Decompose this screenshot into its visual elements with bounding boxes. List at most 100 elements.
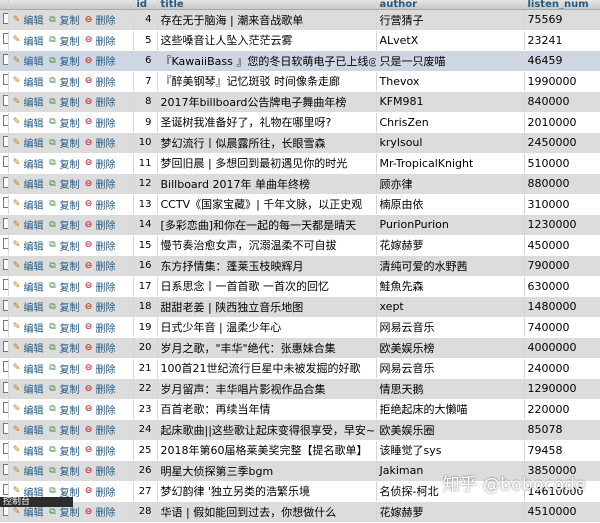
table-row[interactable]: ✎ 编辑 ⧉ 复制 ⊖ 删除 6 『KawaiiBass 』您的冬日软萌电子已上线◎ 只是一只废…	[0, 50, 600, 72]
table-row[interactable]: ✎ 编辑 ⧉ 复制 ⊖ 删除 28 华语 | 假如能回到过去，你想做什么 花嫁赫萝 4510000	[0, 501, 600, 523]
table-row[interactable]: ✎ 编辑 ⧉ 复制 ⊖ 删除 11 梦回旧晨 | 多想回到最初遇见你的时光 Mr-Tropica…	[0, 153, 600, 174]
row-checkbox[interactable]	[3, 238, 7, 250]
row-checkbox[interactable]	[3, 74, 7, 86]
row-checkbox[interactable]	[3, 115, 7, 127]
copy-button[interactable]: ⧉ 复制	[48, 33, 79, 48]
header-id[interactable]: id	[133, 0, 158, 10]
row-checkbox-cell[interactable]	[0, 112, 9, 133]
table-row[interactable]: ✎ 编辑 ⧉ 复制 ⊖ 删除 12 Billboard 2017年 单曲年终榜 顾亦律 88000…	[0, 173, 600, 195]
table-row[interactable]: ✎ 编辑 ⧉ 复制 ⊖ 删除 18 甜甜老姜 | 陕西独立音乐地图 xept 1480000	[0, 296, 600, 318]
row-checkbox-cell[interactable]	[0, 235, 9, 256]
row-checkbox-cell[interactable]	[0, 50, 9, 72]
row-checkbox-cell[interactable]	[0, 419, 9, 441]
edit-button[interactable]: ✎ 编辑	[12, 381, 44, 397]
edit-button[interactable]: ✎ 编辑	[12, 258, 44, 274]
table-row[interactable]: ✎ 编辑 ⧉ 复制 ⊖ 删除 24 起床歌曲||这些歌让起床变得很享受，早安~ 欧美娱乐圈 850…	[0, 419, 600, 441]
delete-button[interactable]: ⊖ 删除	[84, 53, 116, 69]
row-checkbox[interactable]	[3, 217, 7, 229]
delete-button[interactable]: ⊖ 删除	[84, 33, 116, 48]
edit-button[interactable]: ✎ 编辑	[12, 422, 44, 438]
copy-button[interactable]: ⧉ 复制	[48, 238, 79, 253]
edit-button[interactable]: ✎ 编辑	[12, 33, 44, 48]
row-checkbox[interactable]	[3, 320, 7, 332]
table-row[interactable]: ✎ 编辑 ⧉ 复制 ⊖ 删除 21 100首21世纪流行巨星中未被发掘的好歌 网易云音乐 2400…	[0, 358, 600, 379]
row-checkbox-cell[interactable]	[0, 91, 9, 113]
delete-button[interactable]: ⊖ 删除	[84, 94, 116, 110]
copy-button[interactable]: ⧉ 复制	[48, 197, 79, 212]
edit-button[interactable]: ✎ 编辑	[12, 53, 44, 69]
console-footer[interactable]: 控制台	[0, 497, 73, 507]
table-row[interactable]: ✎ 编辑 ⧉ 复制 ⊖ 删除 19 日式少年音 | 温柔少年心 网易云音乐 740000	[0, 317, 600, 338]
copy-button[interactable]: ⧉ 复制	[48, 381, 79, 397]
delete-button[interactable]: ⊖ 删除	[84, 12, 116, 28]
table-row[interactable]: ✎ 编辑 ⧉ 复制 ⊖ 删除 14 [多彩恋曲]和你在一起的每一天都是晴天 PurionPuri…	[0, 214, 600, 236]
delete-button[interactable]: ⊖ 删除	[84, 484, 116, 499]
row-checkbox-cell[interactable]	[0, 30, 9, 51]
delete-button[interactable]: ⊖ 删除	[84, 279, 116, 294]
row-checkbox-cell[interactable]	[0, 173, 9, 195]
copy-button[interactable]: ⧉ 复制	[48, 361, 79, 376]
copy-button[interactable]: ⧉ 复制	[48, 53, 79, 69]
table-row[interactable]: ✎ 编辑 ⧉ 复制 ⊖ 删除 17 日系思念丨一首首歌 一首次的回忆 鮭魚先森 630000	[0, 276, 600, 297]
row-checkbox[interactable]	[3, 381, 7, 393]
row-checkbox-cell[interactable]	[0, 194, 9, 215]
edit-button[interactable]: ✎ 编辑	[12, 74, 44, 89]
edit-button[interactable]: ✎ 编辑	[12, 279, 44, 294]
header-author[interactable]: author	[376, 0, 525, 10]
copy-button[interactable]: ⧉ 复制	[48, 94, 79, 110]
delete-button[interactable]: ⊖ 删除	[84, 176, 116, 192]
delete-button[interactable]: ⊖ 删除	[84, 402, 116, 417]
edit-button[interactable]: ✎ 编辑	[12, 402, 44, 417]
row-checkbox[interactable]	[3, 156, 7, 168]
delete-button[interactable]: ⊖ 删除	[84, 197, 116, 212]
copy-button[interactable]: ⧉ 复制	[48, 156, 79, 171]
delete-button[interactable]: ⊖ 删除	[84, 340, 116, 356]
edit-button[interactable]: ✎ 编辑	[12, 94, 44, 110]
edit-button[interactable]: ✎ 编辑	[12, 12, 44, 28]
row-checkbox-cell[interactable]	[0, 399, 9, 420]
row-checkbox[interactable]	[3, 12, 7, 24]
row-checkbox[interactable]	[3, 361, 7, 373]
edit-button[interactable]: ✎ 编辑	[12, 320, 44, 335]
row-checkbox-cell[interactable]	[0, 214, 9, 236]
copy-button[interactable]: ⧉ 复制	[48, 115, 79, 130]
table-row[interactable]: ✎ 编辑 ⧉ 复制 ⊖ 删除 13 CCTV《国家宝藏》| 千年文脉，以正史观 楠原由依 3100…	[0, 194, 600, 215]
row-checkbox-cell[interactable]	[0, 337, 9, 359]
table-row[interactable]: ✎ 编辑 ⧉ 复制 ⊖ 删除 8 2017年billboard公告牌电子舞曲年榜 KFM981 8…	[0, 91, 600, 113]
table-row[interactable]: ✎ 编辑 ⧉ 复制 ⊖ 删除 7 『醉美钢琴』记忆斑驳 时间像条走廊 Thevox 1990000	[0, 71, 600, 92]
table-row[interactable]: ✎ 编辑 ⧉ 复制 ⊖ 删除 23 百首老歌：再续当年情 拒绝起床的大懒喵 220000	[0, 399, 600, 420]
copy-button[interactable]: ⧉ 复制	[48, 12, 79, 28]
row-checkbox-cell[interactable]	[0, 153, 9, 174]
delete-button[interactable]: ⊖ 删除	[84, 217, 116, 233]
delete-button[interactable]: ⊖ 删除	[84, 74, 116, 89]
edit-button[interactable]: ✎ 编辑	[12, 135, 44, 151]
row-checkbox[interactable]	[3, 197, 7, 209]
copy-button[interactable]: ⧉ 复制	[48, 402, 79, 417]
delete-button[interactable]: ⊖ 删除	[84, 463, 116, 479]
delete-button[interactable]: ⊖ 删除	[84, 299, 116, 315]
table-row[interactable]: ✎ 编辑 ⧉ 复制 ⊖ 删除 15 慢节奏治愈女声，沉溺温柔不可自拔 花嫁赫萝 450000	[0, 235, 600, 256]
edit-button[interactable]: ✎ 编辑	[12, 197, 44, 212]
table-row[interactable]: ✎ 编辑 ⧉ 复制 ⊖ 删除 25 2018年第60届格莱美奖完整【提名歌单】 该睡觉了sys 7…	[0, 440, 600, 461]
row-checkbox[interactable]	[3, 443, 7, 455]
table-row[interactable]: ✎ 编辑 ⧉ 复制 ⊖ 删除 9 圣诞树我准备好了，礼物在哪里呀? ChrisZen 201000…	[0, 112, 600, 133]
row-checkbox-cell[interactable]	[0, 71, 9, 92]
edit-button[interactable]: ✎ 编辑	[12, 299, 44, 315]
copy-button[interactable]: ⧉ 复制	[48, 258, 79, 274]
copy-button[interactable]: ⧉ 复制	[48, 217, 79, 233]
edit-button[interactable]: ✎ 编辑	[12, 176, 44, 192]
row-checkbox-cell[interactable]	[0, 276, 9, 297]
copy-button[interactable]: ⧉ 复制	[48, 463, 79, 479]
edit-button[interactable]: ✎ 编辑	[12, 238, 44, 253]
row-checkbox[interactable]	[3, 53, 7, 65]
row-checkbox-cell[interactable]	[0, 255, 9, 277]
copy-button[interactable]: ⧉ 复制	[48, 422, 79, 438]
row-checkbox[interactable]	[3, 279, 7, 291]
row-checkbox-cell[interactable]	[0, 440, 9, 461]
row-checkbox-cell[interactable]	[0, 296, 9, 318]
edit-button[interactable]: ✎ 编辑	[12, 340, 44, 356]
row-checkbox[interactable]	[3, 94, 7, 106]
row-checkbox-cell[interactable]	[0, 9, 9, 31]
row-checkbox-cell[interactable]	[0, 132, 9, 154]
row-checkbox[interactable]	[3, 33, 7, 45]
